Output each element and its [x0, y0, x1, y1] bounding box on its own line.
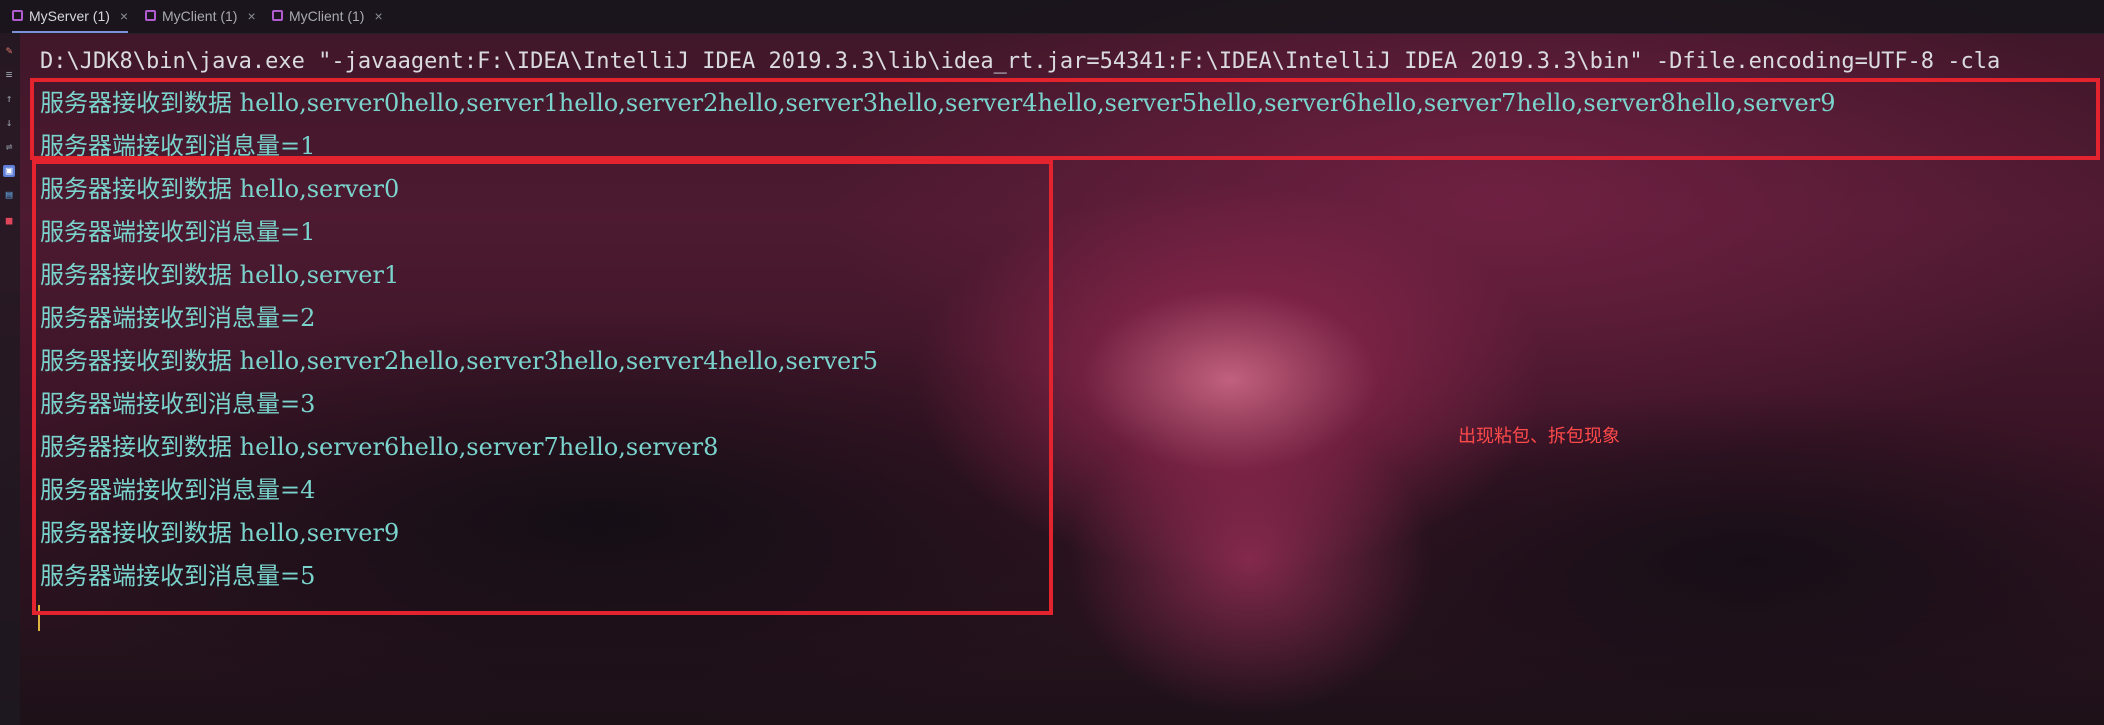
print-icon[interactable]: ▣	[3, 165, 15, 177]
command-line: D:\JDK8\bin\java.exe "-javaagent:F:\IDEA…	[40, 49, 2001, 74]
run-config-icon	[145, 10, 156, 21]
console-line: 服务器接收到数据 hello,server6hello,server7hello…	[40, 433, 719, 461]
editor-tab-bar: MyServer (1) × MyClient (1) × MyClient (…	[0, 0, 2104, 34]
tab-label: MyServer (1)	[29, 7, 110, 24]
arrow-up-icon[interactable]: ↑	[3, 93, 15, 105]
close-icon[interactable]: ×	[120, 8, 128, 24]
console-line: 服务器端接收到消息量=5	[40, 562, 316, 590]
console-line: 服务器端接收到消息量=4	[40, 476, 316, 504]
edit-icon[interactable]: ✎	[3, 45, 15, 57]
run-config-icon	[12, 10, 23, 21]
console-line: 服务器接收到数据 hello,server9	[40, 519, 400, 547]
annotation-label: 出现粘包、拆包现象	[1458, 426, 1620, 446]
tab-label: MyClient (1)	[162, 7, 238, 24]
console-line: 服务器端接收到消息量=3	[40, 390, 316, 418]
console-line: 服务器端接收到消息量=2	[40, 304, 316, 332]
text-caret	[38, 605, 40, 631]
console-line: 服务器端接收到消息量=1	[40, 132, 316, 157]
tab-myserver[interactable]: MyServer (1) ×	[12, 0, 129, 33]
pin-icon[interactable]: ▤	[3, 189, 15, 201]
run-config-icon	[272, 10, 283, 21]
stop-icon[interactable]: ■	[3, 215, 15, 227]
tab-label: MyClient (1)	[289, 7, 365, 24]
tab-myclient-1[interactable]: MyClient (1) ×	[145, 0, 256, 31]
console-line: 服务器接收到数据 hello,server1	[40, 261, 400, 289]
close-icon[interactable]: ×	[247, 8, 255, 24]
console-line: 服务器端接收到消息量=1	[40, 218, 316, 246]
arrow-down-icon[interactable]: ↓	[3, 117, 15, 129]
console-line: 服务器接收到数据 hello,server0	[40, 175, 400, 203]
console-toolbar: ✎ ≡ ↑ ↓ ⇌ ▣ ▤ ■	[0, 33, 20, 725]
close-icon[interactable]: ×	[374, 8, 382, 24]
console-line: 服务器接收到数据 hello,server2hello,server3hello…	[40, 347, 878, 375]
soft-wrap-icon[interactable]: ⇌	[3, 141, 15, 153]
tab-myclient-2[interactable]: MyClient (1) ×	[272, 0, 383, 31]
console-line: 服务器接收到数据 hello,server0hello,server1hello…	[40, 89, 1836, 117]
wrap-icon[interactable]: ≡	[3, 69, 15, 81]
